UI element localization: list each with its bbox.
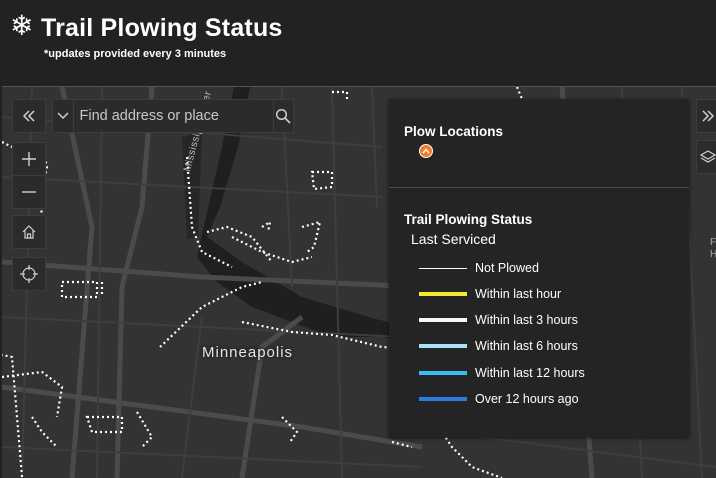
collapse-panel-button[interactable] bbox=[12, 99, 46, 133]
layers-icon bbox=[700, 150, 716, 163]
map-view[interactable]: Mississippi River Minneapolis F H Plow L… bbox=[2, 86, 716, 478]
snowflake-icon: ❄ bbox=[10, 9, 34, 42]
legend-swatch bbox=[419, 344, 467, 348]
zoom-out-button[interactable] bbox=[12, 175, 46, 209]
legend-item-label: Within last 6 hours bbox=[475, 339, 578, 353]
app-header: ❄ Trail Plowing Status *updates provided… bbox=[0, 0, 716, 86]
plus-icon bbox=[22, 152, 36, 166]
trail-status-title: Trail Plowing Status bbox=[404, 212, 533, 227]
legend-item-label: Over 12 hours ago bbox=[475, 392, 579, 406]
minus-icon bbox=[22, 191, 36, 193]
zoom-in-button[interactable] bbox=[12, 142, 46, 176]
last-serviced-label: Last Serviced bbox=[411, 231, 496, 247]
expand-panel-button[interactable] bbox=[696, 99, 716, 133]
legend-item-label: Within last 12 hours bbox=[475, 366, 585, 380]
home-button[interactable] bbox=[12, 215, 46, 249]
layers-button[interactable] bbox=[696, 140, 716, 174]
legend-divider bbox=[389, 187, 689, 188]
plow-marker-icon bbox=[419, 144, 433, 158]
legend-swatch bbox=[419, 371, 467, 375]
page-title: Trail Plowing Status bbox=[41, 14, 283, 42]
map-edge-label: H bbox=[710, 249, 716, 260]
home-icon bbox=[22, 225, 36, 239]
legend-swatch bbox=[419, 267, 467, 269]
map-edge-label: F bbox=[710, 237, 716, 248]
plow-locations-title: Plow Locations bbox=[404, 124, 504, 139]
city-label: Minneapolis bbox=[202, 344, 294, 361]
caret-down-icon bbox=[57, 112, 69, 120]
search-source-dropdown[interactable] bbox=[53, 100, 74, 132]
search-icon bbox=[276, 108, 291, 124]
legend-item: Within last 3 hours bbox=[419, 312, 578, 328]
crosshair-icon bbox=[20, 265, 38, 283]
legend-swatch bbox=[419, 397, 467, 401]
legend-item: Within last 12 hours bbox=[419, 365, 585, 381]
legend-swatch bbox=[419, 318, 467, 322]
legend-item-label: Within last hour bbox=[475, 287, 562, 301]
locate-button[interactable] bbox=[12, 257, 46, 291]
page-subtitle: *updates provided every 3 minutes bbox=[44, 48, 227, 60]
search-input[interactable] bbox=[73, 100, 273, 132]
legend-item-label: Within last 3 hours bbox=[475, 313, 578, 327]
search-button[interactable] bbox=[272, 100, 294, 132]
legend-swatch bbox=[419, 292, 467, 296]
search-bar bbox=[52, 99, 294, 133]
legend-item: Within last hour bbox=[419, 286, 561, 302]
double-chevron-right-icon bbox=[702, 110, 715, 122]
double-chevron-left-icon bbox=[22, 110, 35, 122]
legend-item: Within last 6 hours bbox=[419, 338, 578, 354]
legend-item: Not Plowed bbox=[419, 260, 539, 276]
legend-item: Over 12 hours ago bbox=[419, 391, 579, 407]
legend-item-label: Not Plowed bbox=[475, 261, 539, 275]
legend-panel: Plow Locations Trail Plowing Status Last… bbox=[389, 99, 689, 437]
